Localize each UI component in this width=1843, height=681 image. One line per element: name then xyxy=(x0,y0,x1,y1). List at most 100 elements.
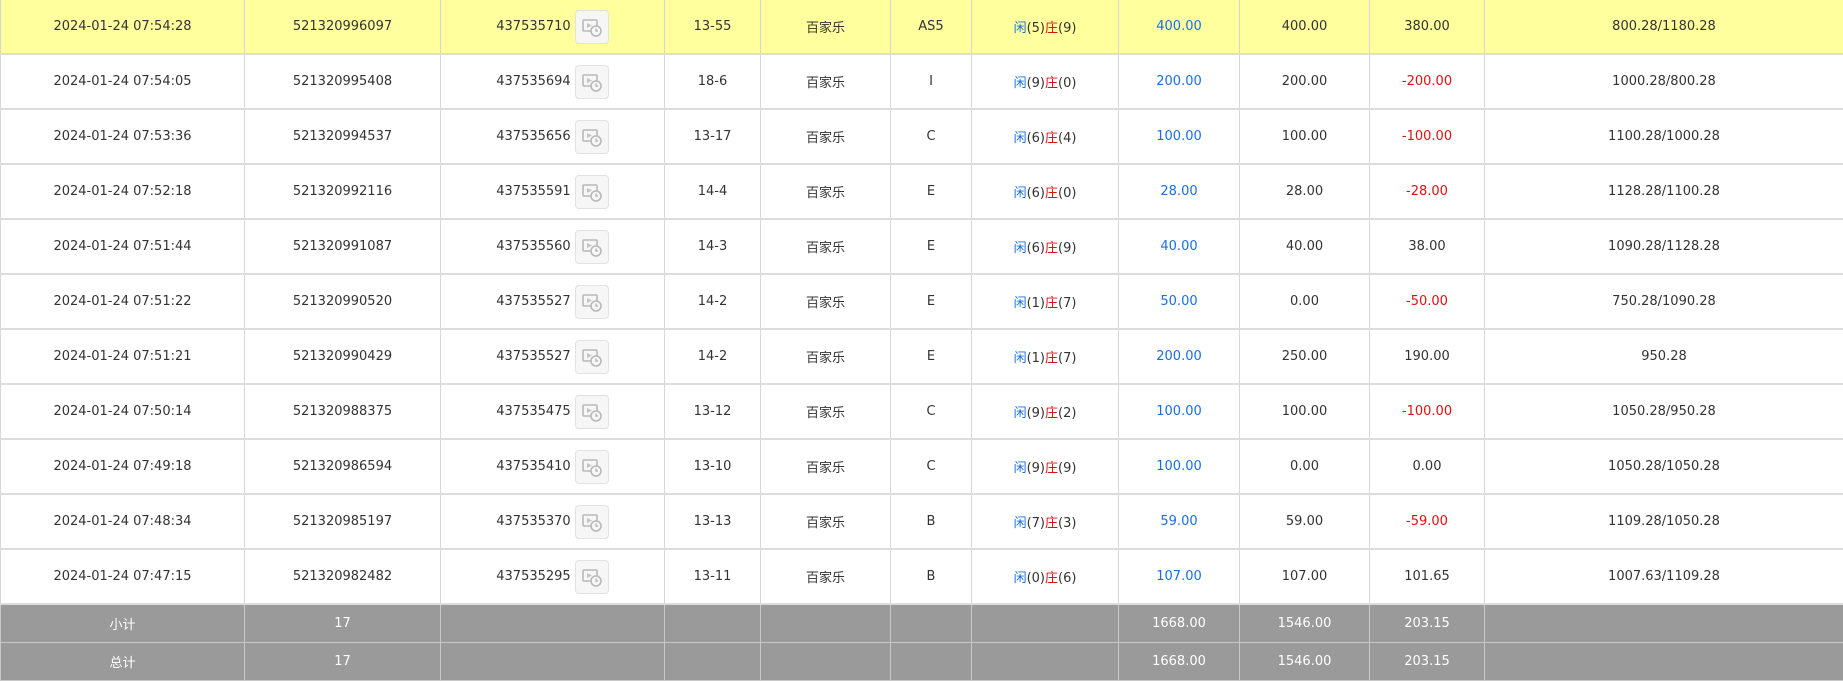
bet-amount: 28.00 xyxy=(1119,164,1240,219)
table-row: 2024-01-24 07:50:14521320988375437535475… xyxy=(1,384,1843,439)
banker-points: (4) xyxy=(1058,131,1076,146)
video-replay-icon[interactable] xyxy=(575,230,609,264)
valid-amount: 59.00 xyxy=(1240,494,1370,549)
bet-type: B xyxy=(891,494,972,549)
game-name: 百家乐 xyxy=(761,164,891,219)
bet-time: 2024-01-24 07:47:15 xyxy=(1,549,245,604)
win-loss: 380.00 xyxy=(1370,0,1485,54)
bet-time: 2024-01-24 07:54:05 xyxy=(1,54,245,109)
table-number: 13-11 xyxy=(665,549,761,604)
table-number: 13-55 xyxy=(665,0,761,54)
win-loss: 190.00 xyxy=(1370,329,1485,384)
bet-amount: 100.00 xyxy=(1119,384,1240,439)
win-loss: 38.00 xyxy=(1370,219,1485,274)
bet-amount: 400.00 xyxy=(1119,0,1240,54)
banker-label: 庄 xyxy=(1045,186,1058,201)
bet-amount: 200.00 xyxy=(1119,54,1240,109)
bet-time: 2024-01-24 07:48:34 xyxy=(1,494,245,549)
subtotal-label: 小计 xyxy=(1,604,245,643)
table-number: 14-2 xyxy=(665,274,761,329)
win-loss: -59.00 xyxy=(1370,494,1485,549)
video-replay-icon[interactable] xyxy=(575,340,609,374)
subtotal-bet: 1668.00 xyxy=(1119,604,1240,643)
player-label: 闲 xyxy=(1014,186,1027,201)
banker-points: (9) xyxy=(1058,461,1076,476)
bet-id: 521320992116 xyxy=(245,164,441,219)
game-result: 闲(9)庄(0) xyxy=(972,54,1119,109)
player-points: (1) xyxy=(1027,296,1045,311)
bet-time: 2024-01-24 07:51:44 xyxy=(1,219,245,274)
video-replay-icon[interactable] xyxy=(575,65,609,99)
valid-amount: 100.00 xyxy=(1240,384,1370,439)
total-label: 总计 xyxy=(1,643,245,681)
valid-amount: 28.00 xyxy=(1240,164,1370,219)
balance: 1050.28/1050.28 xyxy=(1485,439,1843,494)
round-cell: 437535370 xyxy=(441,494,665,549)
win-loss: -100.00 xyxy=(1370,384,1485,439)
video-replay-icon[interactable] xyxy=(575,175,609,209)
win-loss: -50.00 xyxy=(1370,274,1485,329)
subtotal-row: 小计 17 1668.00 1546.00 203.15 xyxy=(1,604,1843,643)
player-label: 闲 xyxy=(1014,21,1027,36)
bet-id: 521320990520 xyxy=(245,274,441,329)
table-row: 2024-01-24 07:54:28521320996097437535710… xyxy=(1,0,1843,54)
video-replay-icon[interactable] xyxy=(575,10,609,44)
game-name: 百家乐 xyxy=(761,384,891,439)
bet-amount: 59.00 xyxy=(1119,494,1240,549)
player-label: 闲 xyxy=(1014,241,1027,256)
bet-time: 2024-01-24 07:50:14 xyxy=(1,384,245,439)
bet-id: 521320995408 xyxy=(245,54,441,109)
valid-amount: 0.00 xyxy=(1240,439,1370,494)
game-result: 闲(6)庄(4) xyxy=(972,109,1119,164)
bet-time: 2024-01-24 07:52:18 xyxy=(1,164,245,219)
table-row: 2024-01-24 07:51:21521320990429437535527… xyxy=(1,329,1843,384)
subtotal-winloss: 203.15 xyxy=(1370,604,1485,643)
player-points: (6) xyxy=(1027,186,1045,201)
player-points: (0) xyxy=(1027,571,1045,586)
video-replay-icon[interactable] xyxy=(575,560,609,594)
banker-points: (7) xyxy=(1058,296,1076,311)
round-id: 437535475 xyxy=(496,404,570,419)
game-name: 百家乐 xyxy=(761,109,891,164)
video-replay-icon[interactable] xyxy=(575,395,609,429)
game-result: 闲(6)庄(9) xyxy=(972,219,1119,274)
banker-points: (0) xyxy=(1058,76,1076,91)
video-replay-icon[interactable] xyxy=(575,505,609,539)
bet-time: 2024-01-24 07:49:18 xyxy=(1,439,245,494)
bet-id: 521320994537 xyxy=(245,109,441,164)
bet-amount: 100.00 xyxy=(1119,439,1240,494)
video-replay-icon[interactable] xyxy=(575,450,609,484)
banker-label: 庄 xyxy=(1045,571,1058,586)
bet-type: E xyxy=(891,274,972,329)
table-row: 2024-01-24 07:54:05521320995408 437535694… xyxy=(1,54,1843,109)
game-name: 百家乐 xyxy=(761,54,891,109)
valid-amount: 250.00 xyxy=(1240,329,1370,384)
round-cell: 437535295 xyxy=(441,549,665,604)
banker-points: (0) xyxy=(1058,186,1076,201)
player-points: (9) xyxy=(1027,461,1045,476)
game-result: 闲(0)庄(6) xyxy=(972,549,1119,604)
video-replay-icon[interactable] xyxy=(575,285,609,319)
player-label: 闲 xyxy=(1014,296,1027,311)
table-number: 18-6 xyxy=(665,54,761,109)
video-replay-icon[interactable] xyxy=(575,120,609,154)
banker-label: 庄 xyxy=(1045,131,1058,146)
bet-time: 2024-01-24 07:51:21 xyxy=(1,329,245,384)
round-id: 437535694 xyxy=(496,74,570,89)
player-label: 闲 xyxy=(1014,516,1027,531)
round-id: 437535410 xyxy=(496,459,570,474)
bet-amount: 50.00 xyxy=(1119,274,1240,329)
banker-label: 庄 xyxy=(1045,461,1058,476)
table-number: 14-4 xyxy=(665,164,761,219)
total-valid: 1546.00 xyxy=(1240,643,1370,681)
table-row: 2024-01-24 07:49:18521320986594437535410… xyxy=(1,439,1843,494)
banker-points: (7) xyxy=(1058,351,1076,366)
bet-type: C xyxy=(891,384,972,439)
bet-time: 2024-01-24 07:53:36 xyxy=(1,109,245,164)
balance: 1007.63/1109.28 xyxy=(1485,549,1843,604)
table-row: 2024-01-24 07:48:34521320985197437535370… xyxy=(1,494,1843,549)
round-id: 437535370 xyxy=(496,514,570,529)
bet-amount: 100.00 xyxy=(1119,109,1240,164)
banker-label: 庄 xyxy=(1045,351,1058,366)
summary-rows: 小计 17 1668.00 1546.00 203.15 总计 17 1668.… xyxy=(1,604,1843,681)
